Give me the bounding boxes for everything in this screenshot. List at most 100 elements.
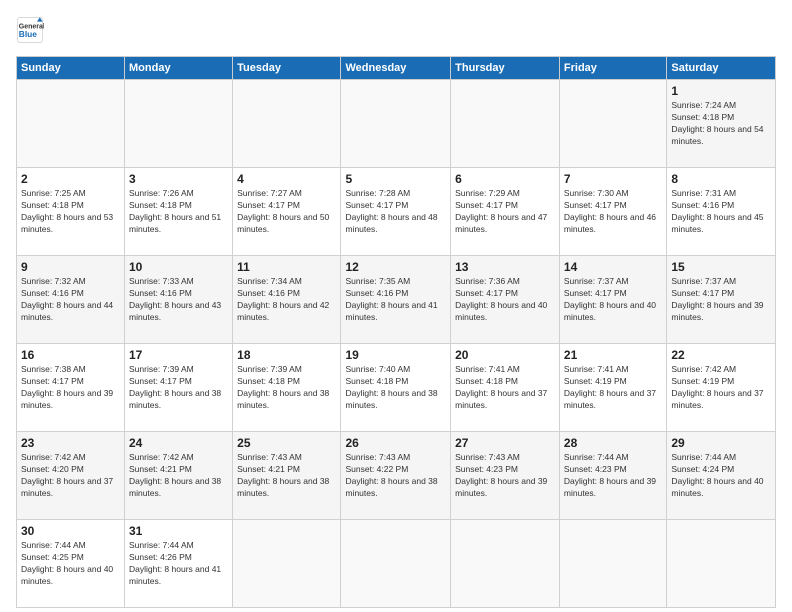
day-number: 20 (455, 348, 555, 362)
day-number: 16 (21, 348, 120, 362)
calendar-cell: 30 Sunrise: 7:44 AMSunset: 4:25 PMDayligh… (17, 520, 125, 608)
day-number: 9 (21, 260, 120, 274)
day-number: 8 (671, 172, 771, 186)
calendar-cell: 10Sunrise: 7:33 AMSunset: 4:16 PMDayligh… (125, 256, 233, 344)
week-row-1: 1 Sunrise: 7:24 AMSunset: 4:18 PMDaylight… (17, 80, 776, 168)
calendar-cell (125, 80, 233, 168)
calendar-cell: 15 Sunrise: 7:37 AMSunset: 4:17 PMDayligh… (667, 256, 776, 344)
day-info: Sunrise: 7:43 AMSunset: 4:21 PMDaylight:… (237, 452, 336, 500)
calendar-cell: 17 Sunrise: 7:39 AMSunset: 4:17 PMDayligh… (125, 344, 233, 432)
calendar-cell: 20Sunrise: 7:41 AMSunset: 4:18 PMDayligh… (451, 344, 560, 432)
day-info: Sunrise: 7:35 AMSunset: 4:16 PMDaylight:… (345, 276, 446, 324)
day-info: Sunrise: 7:39 AMSunset: 4:17 PMDaylight:… (129, 364, 228, 412)
day-number: 2 (21, 172, 120, 186)
day-number: 3 (129, 172, 228, 186)
calendar-cell: 8 Sunrise: 7:31 AMSunset: 4:16 PMDaylight… (667, 168, 776, 256)
day-number: 4 (237, 172, 336, 186)
day-info: Sunrise: 7:37 AMSunset: 4:17 PMDaylight:… (671, 276, 771, 324)
day-info: Sunrise: 7:24 AMSunset: 4:18 PMDaylight:… (671, 100, 771, 148)
calendar-cell: 25 Sunrise: 7:43 AMSunset: 4:21 PMDayligh… (233, 432, 341, 520)
day-info: Sunrise: 7:34 AMSunset: 4:16 PMDaylight:… (237, 276, 336, 324)
day-number: 23 (21, 436, 120, 450)
day-number: 29 (671, 436, 771, 450)
day-info: Sunrise: 7:39 AMSunset: 4:18 PMDaylight:… (237, 364, 336, 412)
calendar-cell: 13Sunrise: 7:36 AMSunset: 4:17 PMDayligh… (451, 256, 560, 344)
week-row-4: 16 Sunrise: 7:38 AMSunset: 4:17 PMDayligh… (17, 344, 776, 432)
day-number: 7 (564, 172, 662, 186)
day-number: 15 (671, 260, 771, 274)
calendar-cell: 27 Sunrise: 7:43 AMSunset: 4:23 PMDayligh… (451, 432, 560, 520)
day-number: 11 (237, 260, 336, 274)
calendar-cell: 31 Sunrise: 7:44 AMSunset: 4:26 PMDayligh… (125, 520, 233, 608)
week-row-2: 2 Sunrise: 7:25 AMSunset: 4:18 PMDaylight… (17, 168, 776, 256)
calendar-cell: 11 Sunrise: 7:34 AMSunset: 4:16 PMDayligh… (233, 256, 341, 344)
day-info: Sunrise: 7:37 AMSunset: 4:17 PMDaylight:… (564, 276, 662, 324)
weekday-thursday: Thursday (451, 57, 560, 80)
day-info: Sunrise: 7:26 AMSunset: 4:18 PMDaylight:… (129, 188, 228, 236)
weekday-friday: Friday (559, 57, 666, 80)
day-info: Sunrise: 7:44 AMSunset: 4:25 PMDaylight:… (21, 540, 120, 588)
day-number: 19 (345, 348, 446, 362)
weekday-wednesday: Wednesday (341, 57, 451, 80)
calendar-cell (233, 520, 341, 608)
calendar-cell: 28Sunrise: 7:44 AMSunset: 4:23 PMDayligh… (559, 432, 666, 520)
day-number: 27 (455, 436, 555, 450)
day-number: 26 (345, 436, 446, 450)
header: General Blue (16, 16, 776, 44)
day-info: Sunrise: 7:44 AMSunset: 4:23 PMDaylight:… (564, 452, 662, 500)
week-row-3: 9Sunrise: 7:32 AMSunset: 4:16 PMDaylight… (17, 256, 776, 344)
svg-text:Blue: Blue (19, 29, 37, 39)
day-number: 14 (564, 260, 662, 274)
day-number: 6 (455, 172, 555, 186)
day-info: Sunrise: 7:43 AMSunset: 4:23 PMDaylight:… (455, 452, 555, 500)
calendar-cell: 4 Sunrise: 7:27 AMSunset: 4:17 PMDaylight… (233, 168, 341, 256)
logo-icon: General Blue (16, 16, 44, 44)
day-info: Sunrise: 7:30 AMSunset: 4:17 PMDaylight:… (564, 188, 662, 236)
day-number: 30 (21, 524, 120, 538)
day-info: Sunrise: 7:33 AMSunset: 4:16 PMDaylight:… (129, 276, 228, 324)
weekday-tuesday: Tuesday (233, 57, 341, 80)
calendar-cell: 16 Sunrise: 7:38 AMSunset: 4:17 PMDayligh… (17, 344, 125, 432)
calendar-cell (559, 520, 666, 608)
calendar-cell (451, 80, 560, 168)
day-info: Sunrise: 7:31 AMSunset: 4:16 PMDaylight:… (671, 188, 771, 236)
calendar-cell: 14 Sunrise: 7:37 AMSunset: 4:17 PMDayligh… (559, 256, 666, 344)
day-info: Sunrise: 7:44 AMSunset: 4:26 PMDaylight:… (129, 540, 228, 588)
day-info: Sunrise: 7:43 AMSunset: 4:22 PMDaylight:… (345, 452, 446, 500)
day-number: 13 (455, 260, 555, 274)
day-info: Sunrise: 7:42 AMSunset: 4:20 PMDaylight:… (21, 452, 120, 500)
day-number: 18 (237, 348, 336, 362)
day-number: 25 (237, 436, 336, 450)
calendar-cell: 7 Sunrise: 7:30 AMSunset: 4:17 PMDaylight… (559, 168, 666, 256)
calendar-page: General Blue SundayMondayTuesdayWednesda… (0, 0, 792, 612)
day-number: 17 (129, 348, 228, 362)
weekday-header-row: SundayMondayTuesdayWednesdayThursdayFrid… (17, 57, 776, 80)
calendar-cell: 26 Sunrise: 7:43 AMSunset: 4:22 PMDayligh… (341, 432, 451, 520)
calendar-cell: 6 Sunrise: 7:29 AMSunset: 4:17 PMDaylight… (451, 168, 560, 256)
calendar-cell: 18 Sunrise: 7:39 AMSunset: 4:18 PMDayligh… (233, 344, 341, 432)
calendar-cell: 9Sunrise: 7:32 AMSunset: 4:16 PMDaylight… (17, 256, 125, 344)
calendar-cell: 21Sunrise: 7:41 AMSunset: 4:19 PMDayligh… (559, 344, 666, 432)
day-number: 21 (564, 348, 662, 362)
day-info: Sunrise: 7:28 AMSunset: 4:17 PMDaylight:… (345, 188, 446, 236)
calendar-cell: 1 Sunrise: 7:24 AMSunset: 4:18 PMDaylight… (667, 80, 776, 168)
calendar-cell (341, 520, 451, 608)
calendar-cell (451, 520, 560, 608)
calendar-cell: 29 Sunrise: 7:44 AMSunset: 4:24 PMDayligh… (667, 432, 776, 520)
day-info: Sunrise: 7:38 AMSunset: 4:17 PMDaylight:… (21, 364, 120, 412)
calendar-cell: 19Sunrise: 7:40 AMSunset: 4:18 PMDayligh… (341, 344, 451, 432)
day-number: 1 (671, 84, 771, 98)
calendar-cell: 3 Sunrise: 7:26 AMSunset: 4:18 PMDaylight… (125, 168, 233, 256)
calendar-cell: 22Sunrise: 7:42 AMSunset: 4:19 PMDayligh… (667, 344, 776, 432)
day-number: 24 (129, 436, 228, 450)
day-info: Sunrise: 7:27 AMSunset: 4:17 PMDaylight:… (237, 188, 336, 236)
day-info: Sunrise: 7:29 AMSunset: 4:17 PMDaylight:… (455, 188, 555, 236)
week-row-6: 30 Sunrise: 7:44 AMSunset: 4:25 PMDayligh… (17, 520, 776, 608)
day-number: 31 (129, 524, 228, 538)
day-info: Sunrise: 7:44 AMSunset: 4:24 PMDaylight:… (671, 452, 771, 500)
calendar-cell (341, 80, 451, 168)
day-info: Sunrise: 7:25 AMSunset: 4:18 PMDaylight:… (21, 188, 120, 236)
calendar-cell (17, 80, 125, 168)
calendar-cell (667, 520, 776, 608)
calendar-cell: 23 Sunrise: 7:42 AMSunset: 4:20 PMDayligh… (17, 432, 125, 520)
